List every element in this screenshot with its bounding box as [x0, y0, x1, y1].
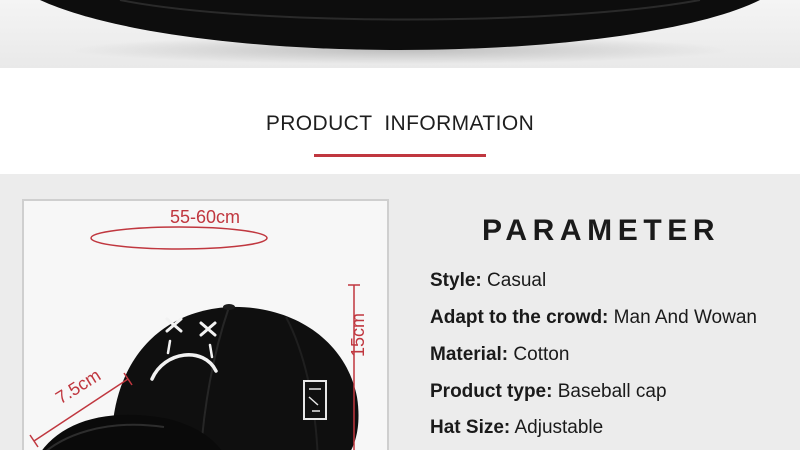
spec-key: Material:	[430, 344, 509, 365]
spec-value: Baseball cap	[557, 381, 667, 402]
spec-key: Style:	[430, 270, 482, 291]
section-header: PRODUCT INFORMATION	[0, 68, 800, 174]
spec-value: Cotton	[513, 344, 570, 365]
top-product-photo-strip	[0, 0, 800, 68]
section-title: PRODUCT INFORMATION	[265, 112, 535, 135]
spec-value: Man And Wowan	[613, 307, 757, 328]
spec-row-crowd: Adapt to the crowd: Man And Wowan	[430, 307, 757, 329]
spec-row-style: Style: Casual	[430, 270, 546, 292]
section-title-underline	[314, 154, 486, 157]
parameter-heading: PARAMETER	[482, 214, 721, 247]
height-label: 15cm	[348, 312, 368, 357]
spec-value: Adjustable	[514, 417, 604, 438]
spec-value: Casual	[487, 270, 547, 291]
product-info-panel: 55-60cm 7.5cm 15cm PARAMETER Style: Casu…	[0, 174, 800, 450]
spec-row-material: Material: Cotton	[430, 344, 569, 366]
spec-key: Hat Size:	[430, 417, 511, 438]
cap-brim-image	[40, 0, 760, 64]
spec-row-product-type: Product type: Baseball cap	[430, 381, 667, 403]
cap-illustration	[29, 226, 360, 450]
circumference-label: 55-60cm	[170, 207, 241, 227]
cap-measurement-photo: 55-60cm 7.5cm 15cm	[22, 199, 389, 450]
spec-row-hat-size: Hat Size: Adjustable	[430, 417, 603, 439]
side-patch	[303, 380, 327, 420]
spec-key: Product type:	[430, 381, 553, 402]
circumference-ring	[90, 226, 268, 250]
spec-key: Adapt to the crowd:	[430, 307, 609, 328]
